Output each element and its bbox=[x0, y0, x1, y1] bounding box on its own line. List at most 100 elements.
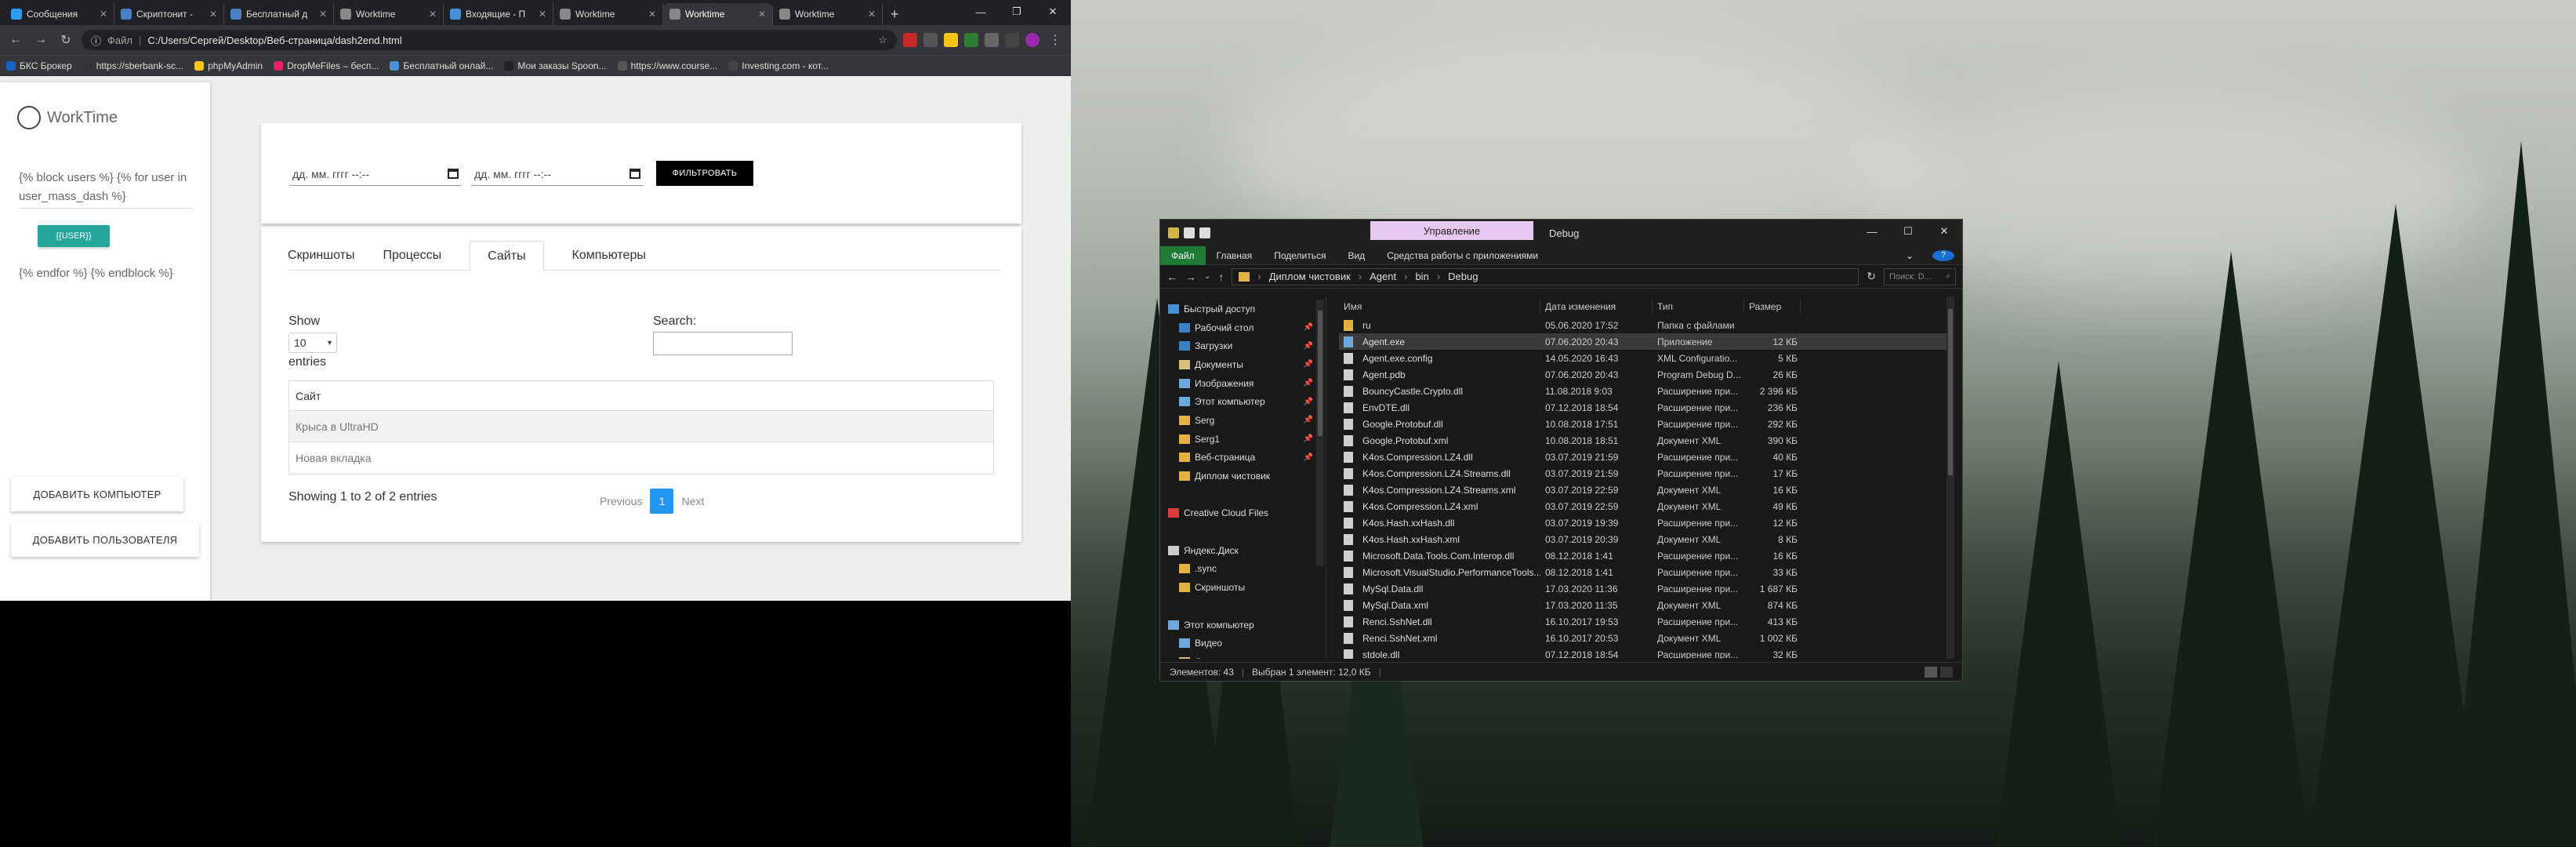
breadcrumb-item[interactable]: bin bbox=[1415, 271, 1428, 282]
entries-select[interactable]: 10 ▾ bbox=[288, 333, 337, 353]
nav-item[interactable]: Веб-страница 📌 bbox=[1160, 449, 1326, 467]
back-icon[interactable]: ← bbox=[6, 33, 25, 47]
file-row[interactable]: Agent.pdb 07.06.2020 20:43 Program Debug D… bbox=[1339, 366, 1950, 383]
breadcrumb-item[interactable]: Debug bbox=[1448, 271, 1478, 282]
nav-item[interactable]: Creative Cloud Files bbox=[1160, 504, 1326, 523]
file-row[interactable]: BouncyCastle.Crypto.dll 11.08.2018 9:03 Ра… bbox=[1339, 383, 1950, 399]
new-tab-button[interactable]: + bbox=[883, 3, 907, 25]
file-row[interactable]: K4os.Compression.LZ4.Streams.dll 03.07.20… bbox=[1339, 465, 1950, 482]
nav-item[interactable]: .sync bbox=[1160, 560, 1326, 579]
scrollbar-thumb[interactable] bbox=[1318, 311, 1322, 436]
breadcrumb[interactable]: › Диплом чистовик › Agent › bin › Debug bbox=[1232, 267, 1859, 285]
folder-icon[interactable] bbox=[1168, 227, 1179, 238]
back-icon[interactable]: ← bbox=[1166, 271, 1177, 283]
context-tab-manage[interactable]: Управление bbox=[1370, 221, 1533, 240]
file-row[interactable]: MySql.Data.dll 17.03.2020 11:36 Расширение… bbox=[1339, 580, 1950, 597]
current-page-button[interactable]: 1 bbox=[650, 489, 674, 514]
column-header-2[interactable]: Тип bbox=[1653, 299, 1744, 314]
file-row[interactable]: stdole.dll 07.12.2018 18:54 Расширение при… bbox=[1339, 646, 1950, 659]
ribbon-tab-3[interactable]: Вид bbox=[1337, 250, 1376, 261]
ribbon-tab-4[interactable]: Средства работы с приложениями bbox=[1376, 250, 1549, 261]
nav-item[interactable]: Скриншоты bbox=[1160, 578, 1326, 597]
file-row[interactable]: Microsoft.VisualStudio.PerformanceTools.… bbox=[1339, 564, 1950, 580]
bookmark-item[interactable]: Бесплатный онлай... bbox=[390, 60, 493, 71]
bookmark-item[interactable]: phpMyAdmin bbox=[194, 60, 263, 71]
file-row[interactable]: K4os.Hash.xxHash.dll 03.07.2019 19:39 Расш… bbox=[1339, 514, 1950, 531]
file-row[interactable]: Agent.exe.config 14.05.2020 16:43 XML Conf… bbox=[1339, 350, 1950, 366]
scrollbar[interactable] bbox=[1316, 300, 1324, 566]
ribbon-tab-0[interactable]: Файл bbox=[1160, 245, 1206, 265]
nav-item[interactable]: Этот компьютер bbox=[1160, 616, 1326, 634]
menu-icon[interactable]: ⋮ bbox=[1046, 32, 1065, 48]
refresh-icon[interactable]: ↻ bbox=[1867, 270, 1876, 283]
column-header-3[interactable]: Размер bbox=[1744, 299, 1801, 314]
nav-item[interactable]: Документы bbox=[1160, 653, 1326, 659]
details-view-icon[interactable] bbox=[1925, 666, 1937, 678]
close-tab-icon[interactable]: ✕ bbox=[758, 9, 766, 20]
browser-tab[interactable]: Входящие - П ✕ bbox=[444, 3, 553, 25]
file-row[interactable]: ru 05.06.2020 17:52 Папка с файлами bbox=[1339, 317, 1950, 333]
help-icon[interactable]: ? bbox=[1932, 249, 1954, 261]
column-header-1[interactable]: Дата изменения bbox=[1540, 299, 1653, 314]
extension-icon[interactable] bbox=[903, 33, 917, 47]
table-row[interactable]: Новая вкладка bbox=[289, 442, 993, 474]
scrollbar[interactable] bbox=[1947, 296, 1954, 659]
bookmark-item[interactable]: Investing.com - кот... bbox=[728, 60, 829, 71]
file-row[interactable]: Google.Protobuf.xml 10.08.2018 18:51 Докум… bbox=[1339, 432, 1950, 449]
browser-tab[interactable]: Бесплатный д ✕ bbox=[224, 3, 334, 25]
minimize-button[interactable]: — bbox=[1854, 220, 1890, 243]
bookmark-item[interactable]: Мои заказы Spoon... bbox=[504, 60, 607, 71]
forward-icon[interactable]: → bbox=[31, 33, 50, 47]
bookmark-item[interactable]: https://www.course... bbox=[617, 60, 717, 71]
close-tab-icon[interactable]: ✕ bbox=[429, 9, 437, 20]
browser-tab[interactable]: Worktime ✕ bbox=[334, 3, 444, 25]
close-tab-icon[interactable]: ✕ bbox=[868, 9, 876, 20]
close-button[interactable]: ✕ bbox=[1926, 220, 1962, 243]
date-from-input[interactable]: дд. мм. гггг --:-- bbox=[289, 162, 462, 186]
table-row[interactable]: Крыса в UltraHD bbox=[289, 411, 993, 442]
nav-item[interactable]: Изображения 📌 bbox=[1160, 374, 1326, 393]
maximize-button[interactable]: ❐ bbox=[999, 0, 1035, 24]
nav-item[interactable]: Диплом чистовик bbox=[1160, 467, 1326, 485]
file-row[interactable]: K4os.Compression.LZ4.xml 03.07.2019 22:59… bbox=[1339, 498, 1950, 514]
forward-icon[interactable]: → bbox=[1185, 271, 1196, 283]
extension-icon[interactable] bbox=[1005, 33, 1019, 47]
reload-icon[interactable]: ↻ bbox=[56, 32, 75, 48]
file-row[interactable]: MySql.Data.xml 17.03.2020 11:35 Документ X… bbox=[1339, 597, 1950, 613]
file-row[interactable]: Renci.SshNet.xml 16.10.2017 20:53 Документ… bbox=[1339, 630, 1950, 646]
bookmark-item[interactable]: DropMeFiles – бесп... bbox=[274, 60, 379, 71]
file-row[interactable]: K4os.Compression.LZ4.dll 03.07.2019 21:59… bbox=[1339, 449, 1950, 465]
next-page-button[interactable]: Next bbox=[681, 495, 704, 507]
avatar[interactable] bbox=[1025, 33, 1039, 47]
user-button[interactable]: {{USER}} bbox=[38, 225, 110, 247]
breadcrumb-item[interactable]: Agent bbox=[1370, 271, 1396, 282]
close-tab-icon[interactable]: ✕ bbox=[100, 9, 107, 20]
nav-item[interactable]: Serg 📌 bbox=[1160, 411, 1326, 430]
close-tab-icon[interactable]: ✕ bbox=[539, 9, 546, 20]
maximize-button[interactable]: ☐ bbox=[1890, 220, 1926, 243]
tab-3[interactable]: Компьютеры bbox=[572, 241, 674, 271]
search-input[interactable] bbox=[653, 332, 793, 355]
nav-item[interactable]: Документы 📌 bbox=[1160, 355, 1326, 374]
file-row[interactable]: Renci.SshNet.dll 16.10.2017 19:53 Расширен… bbox=[1339, 613, 1950, 630]
bookmark-item[interactable]: https://sberbank-sc... bbox=[82, 60, 183, 71]
bookmark-item[interactable]: БКС Брокер bbox=[6, 60, 72, 71]
date-to-input[interactable]: дд. мм. гггг --:-- bbox=[471, 162, 644, 186]
nav-item[interactable]: Этот компьютер 📌 bbox=[1160, 392, 1326, 411]
nav-item[interactable]: Serg1 📌 bbox=[1160, 430, 1326, 449]
chevron-down-icon[interactable]: ⌄ bbox=[1204, 272, 1210, 281]
calendar-icon[interactable] bbox=[448, 169, 459, 179]
tab-0[interactable]: Скриншоты bbox=[288, 241, 383, 271]
browser-tab[interactable]: Сообщения ✕ bbox=[5, 3, 114, 25]
ribbon-tab-2[interactable]: Поделиться bbox=[1263, 250, 1337, 261]
bookmark-star-icon[interactable]: ☆ bbox=[878, 34, 887, 46]
file-row[interactable]: Google.Protobuf.dll 10.08.2018 17:51 Расши… bbox=[1339, 416, 1950, 432]
add-user-button[interactable]: ДОБАВИТЬ ПОЛЬЗОВАТЕЛЯ bbox=[11, 522, 199, 557]
scrollbar-thumb[interactable] bbox=[1948, 309, 1953, 475]
search-input[interactable]: Поиск: D... ⌕ bbox=[1884, 267, 1956, 285]
nav-item[interactable]: Рабочий стол 📌 bbox=[1160, 318, 1326, 337]
ribbon-tab-1[interactable]: Главная bbox=[1206, 250, 1264, 261]
chevron-down-icon[interactable]: ⌄ bbox=[1895, 250, 1925, 261]
file-row[interactable]: K4os.Hash.xxHash.xml 03.07.2019 20:39 Доку… bbox=[1339, 531, 1950, 547]
up-icon[interactable]: ↑ bbox=[1218, 271, 1224, 283]
